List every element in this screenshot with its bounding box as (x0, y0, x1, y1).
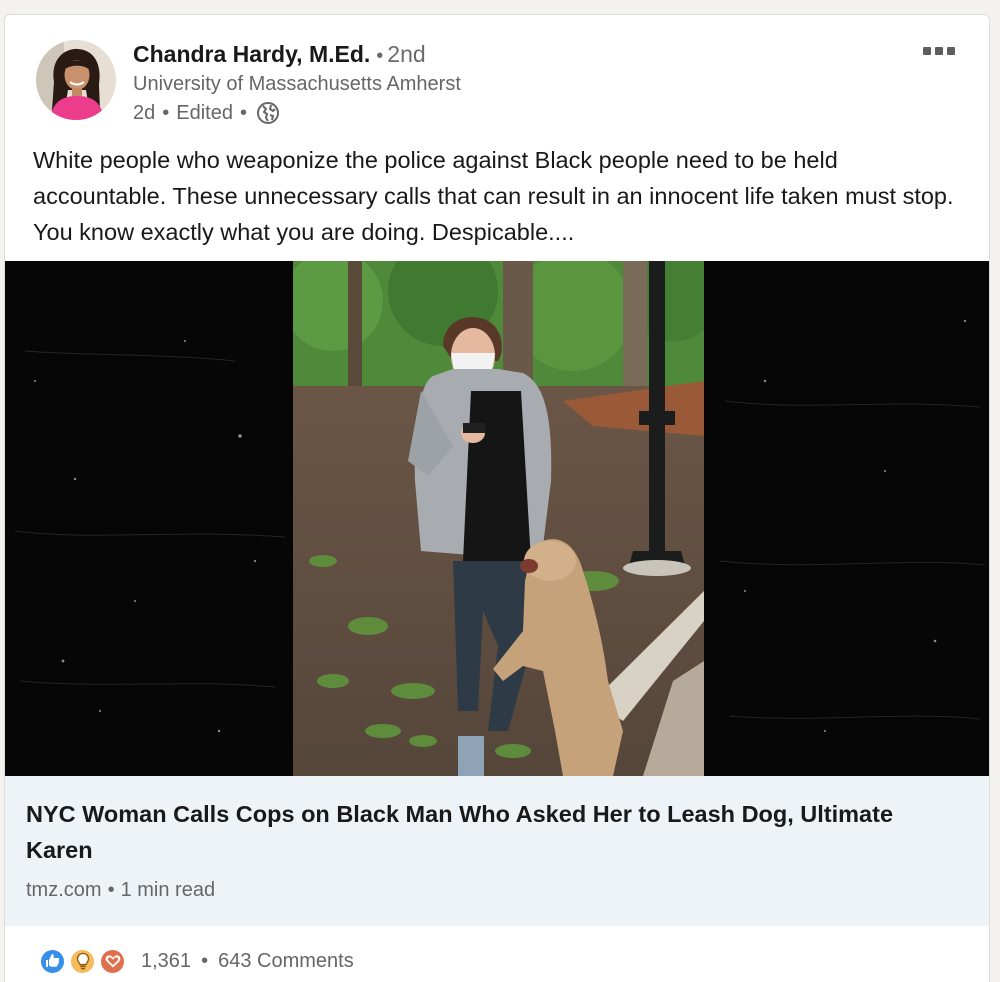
post-text: White people who weaponize the police ag… (33, 147, 954, 245)
reactions-count[interactable]: 1,361 (141, 950, 191, 973)
post-image[interactable] (5, 261, 989, 776)
separator-dot: • (239, 101, 247, 124)
article-title[interactable]: NYC Woman Calls Cops on Black Man Who As… (26, 796, 966, 868)
social-counts: 1,361 • 643 Comments (39, 945, 354, 977)
more-dot (947, 47, 955, 55)
article-read-time: 1 min read (120, 879, 216, 901)
article-link-preview[interactable]: NYC Woman Calls Cops on Black Man Who As… (5, 776, 989, 926)
love-icon (99, 947, 126, 975)
author-name[interactable]: Chandra Hardy, M.Ed. (133, 41, 370, 67)
globe-icon (256, 101, 280, 125)
insightful-icon (69, 947, 96, 975)
edited-label: Edited (176, 101, 233, 124)
article-source: tmz.com (26, 879, 102, 901)
post-time: 2d (133, 101, 156, 124)
article-meta: tmz.com • 1 min read (26, 879, 215, 902)
post-header: Chandra Hardy, M.Ed. • 2nd University of M… (5, 15, 989, 135)
more-dot (923, 47, 931, 55)
like-icon (39, 947, 66, 975)
more-dot (935, 47, 943, 55)
separator-dot: • (107, 879, 115, 901)
more-options-icon[interactable] (919, 37, 959, 65)
reaction-icons[interactable] (39, 947, 129, 975)
separator-dot: • (201, 949, 209, 972)
author-line: Chandra Hardy, M.Ed. • 2nd (133, 41, 426, 68)
comments-count[interactable]: 643 Comments (218, 950, 354, 973)
connection-degree: 2nd (387, 41, 426, 67)
author-avatar[interactable] (36, 40, 116, 120)
separator-dot: • (376, 45, 384, 67)
separator-dot: • (162, 101, 170, 124)
author-headline: University of Massachusetts Amherst (133, 73, 461, 95)
post-meta: 2d • Edited • (133, 101, 280, 125)
park-photo (293, 261, 704, 776)
feed-post-card: Chandra Hardy, M.Ed. • 2nd University of M… (4, 14, 990, 982)
